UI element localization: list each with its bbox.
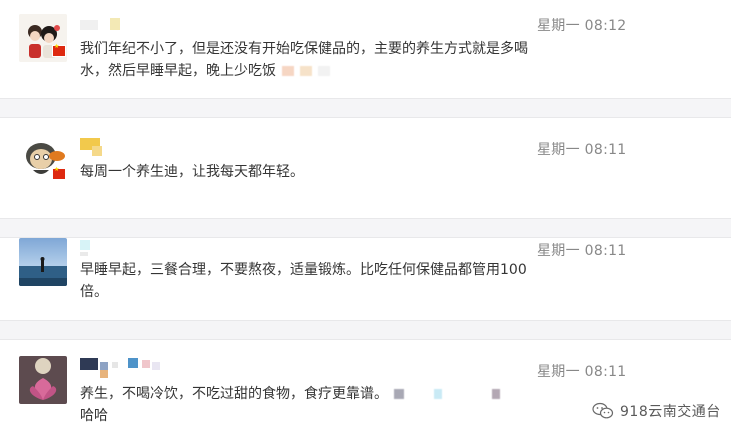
sea-photo-avatar-icon	[19, 238, 67, 286]
comment-text: 早睡早起，三餐合理，不要熬夜，适量锻炼。比吃任何保健品都管用100倍。	[80, 262, 527, 300]
comment-separator	[0, 98, 731, 118]
blurred-emoji	[492, 389, 500, 399]
comment-text: 每周一个养生迪，让我每天都年轻。	[80, 164, 304, 180]
comment-time: 星期一 08:11	[537, 142, 627, 158]
wechat-icon	[592, 402, 614, 419]
blurred-emoji	[394, 389, 404, 399]
comment-time: 星期一 08:12	[537, 18, 627, 34]
comment-item: 星期一 08:11 每周一个养生迪，让我每天都年轻。	[0, 118, 731, 218]
avatar[interactable]	[19, 238, 67, 286]
comment-time: 星期一 08:11	[537, 243, 627, 259]
blurred-emoji	[282, 66, 294, 76]
comment-item: 星期一 08:12 我们年纪不小了，但是还没有开始吃保健品的，主要的养生方式就是…	[0, 0, 731, 98]
china-flag-icon	[52, 166, 66, 180]
blurred-emoji	[318, 66, 330, 76]
blurred-emoji	[300, 66, 312, 76]
watermark-text: 918云南交通台	[620, 404, 721, 420]
comment-text-content-line2: 哈哈	[80, 408, 108, 424]
comment-text: 我们年纪不小了，但是还没有开始吃保健品的，主要的养生方式就是多喝水，然后早睡早起…	[80, 38, 540, 82]
china-flag-icon	[52, 43, 66, 57]
comment-time: 星期一 08:11	[537, 364, 627, 380]
comment-separator	[0, 218, 731, 238]
lotus-avatar-icon	[19, 356, 67, 404]
comment-separator	[0, 320, 731, 340]
blurred-emoji	[434, 389, 442, 399]
avatar[interactable]	[19, 356, 67, 404]
comment-text-content: 养生，不喝冷饮，不吃过甜的食物，食疗更靠谱。	[80, 386, 388, 402]
comment-item: 星期一 08:11 养生，不喝冷饮，不吃过甜的食物，食疗更靠谱。 哈哈	[0, 340, 731, 443]
comment-text: 养生，不喝冷饮，不吃过甜的食物，食疗更靠谱。 哈哈	[80, 383, 540, 427]
